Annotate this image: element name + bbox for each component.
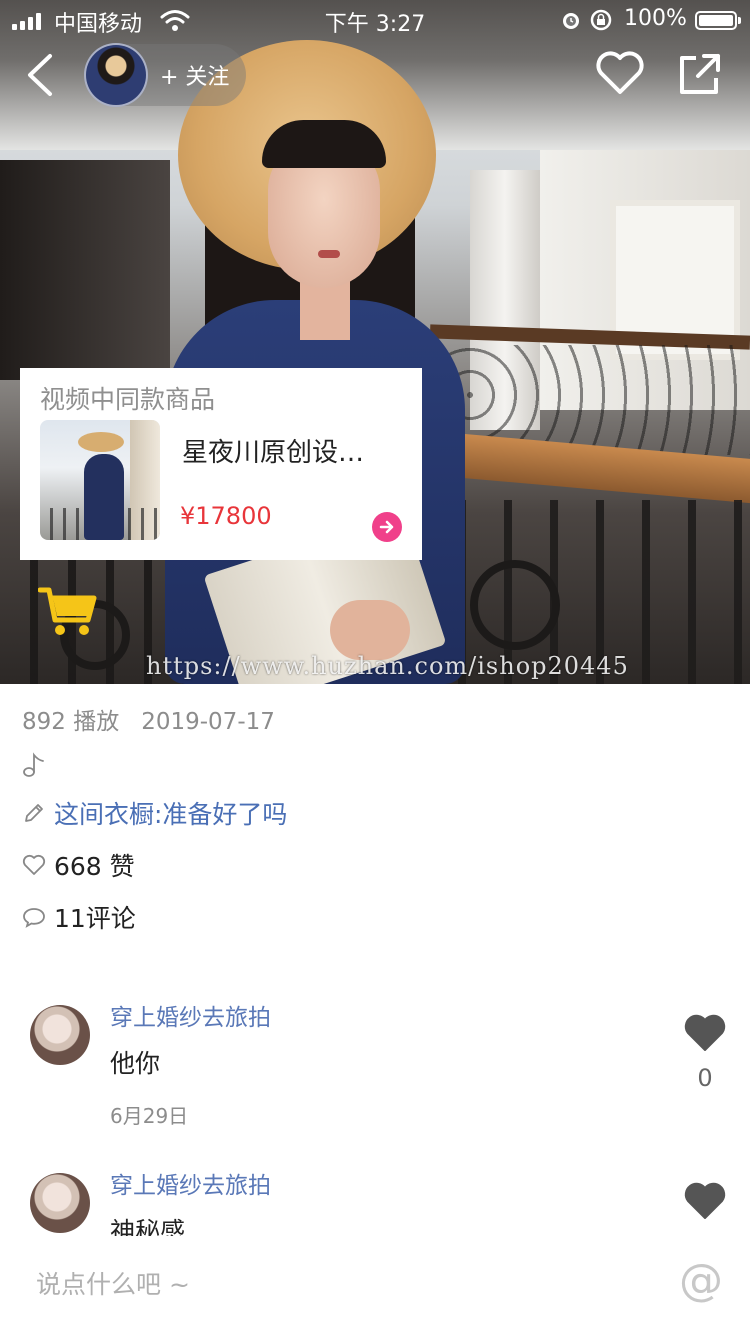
video-meta: 892 播放 2019-07-17 xyxy=(22,702,275,736)
comment-input[interactable] xyxy=(36,1264,636,1304)
comment-text: 神秘感 xyxy=(110,1217,186,1236)
arrow-right-icon[interactable] xyxy=(372,512,402,542)
heart-filled-icon[interactable] xyxy=(684,1014,726,1052)
heart-outline-icon xyxy=(22,854,46,875)
mention-button[interactable]: @ xyxy=(676,1256,726,1306)
product-price: ¥17800 xyxy=(180,502,272,530)
battery-percent: 100% xyxy=(624,6,687,31)
comments-count: 11评论 xyxy=(54,904,136,933)
product-name[interactable]: 星夜川原创设… xyxy=(182,432,402,469)
avatar[interactable] xyxy=(30,1173,90,1233)
video-watermark: https://www.huzhan.com/ishop20445 xyxy=(146,652,629,680)
comment-date: 6月29日 xyxy=(110,1104,189,1128)
comment-text: 他你 xyxy=(110,1049,161,1078)
comment-input-bar: @ xyxy=(0,1236,750,1334)
music-note-icon[interactable] xyxy=(22,752,46,778)
product-card-title: 视频中同款商品 xyxy=(40,385,216,414)
status-bar: 中国移动 下午 3:27 100% xyxy=(0,0,750,40)
comment-author[interactable]: 穿上婚纱去旅拍 xyxy=(110,998,271,1032)
comments-row[interactable]: 11评论 xyxy=(22,900,136,934)
likes-count: 668 赞 xyxy=(54,852,135,881)
heart-outline-icon[interactable] xyxy=(594,48,646,98)
shopping-cart-icon[interactable] xyxy=(38,586,98,638)
author-follow-pill[interactable]: + 关注 xyxy=(84,43,246,107)
publish-date: 2019-07-17 xyxy=(141,709,275,735)
comment-author[interactable]: 穿上婚纱去旅拍 xyxy=(110,1166,271,1200)
play-count: 892 播放 xyxy=(22,709,120,735)
avatar[interactable] xyxy=(30,1005,90,1065)
topic-text[interactable]: 这间衣橱:准备好了吗 xyxy=(54,795,287,831)
back-icon[interactable] xyxy=(18,50,62,100)
author-avatar[interactable] xyxy=(84,43,148,107)
share-icon[interactable] xyxy=(676,50,724,98)
comment-item: 穿上婚纱去旅拍 神秘感 xyxy=(0,1164,750,1236)
product-thumbnail[interactable] xyxy=(40,420,160,540)
follow-button[interactable]: + 关注 xyxy=(160,59,229,91)
battery-icon xyxy=(695,11,741,30)
comment-item: 穿上婚纱去旅拍 他你 6月29日 0 xyxy=(0,996,750,1156)
likes-row[interactable]: 668 赞 xyxy=(22,848,135,882)
comment-bubble-icon xyxy=(23,908,45,928)
pencil-icon xyxy=(25,804,43,822)
heart-filled-icon[interactable] xyxy=(684,1182,726,1220)
product-card[interactable]: 视频中同款商品 星夜川原创设… ¥17800 xyxy=(20,368,422,560)
alarm-rotation-lock-icons xyxy=(563,9,612,31)
topic-link[interactable]: 这间衣橱:准备好了吗 xyxy=(22,796,287,830)
comment-like-count: 0 xyxy=(697,1064,713,1092)
